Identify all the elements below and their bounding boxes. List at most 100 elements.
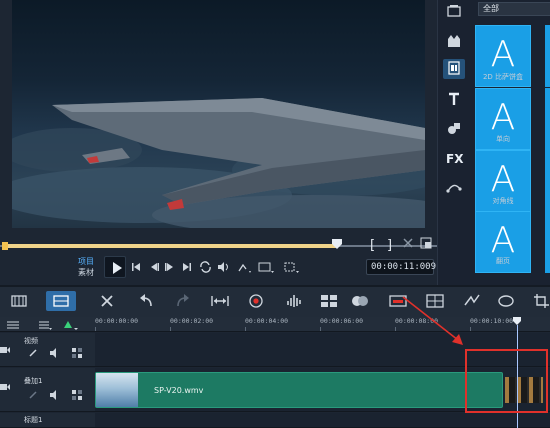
multi-camera-icon[interactable]: [320, 293, 338, 309]
path-icon[interactable]: [446, 179, 462, 195]
thumb-glyph: A: [490, 97, 516, 138]
grid-icon[interactable]: [426, 293, 444, 309]
mark-out-button[interactable]: ]: [387, 238, 392, 253]
redo-icon[interactable]: [173, 293, 191, 309]
trim-start-marker[interactable]: [2, 242, 8, 250]
aspect-ratio-icon[interactable]: [258, 261, 276, 275]
preview-window: [12, 0, 425, 228]
timeline-view-icon: [53, 295, 69, 307]
home-icon[interactable]: [130, 261, 142, 273]
mark-in-button[interactable]: [: [370, 238, 375, 253]
track-lane-title[interactable]: [95, 413, 550, 428]
transition-label-one-way: 单向: [496, 135, 510, 143]
record-capture-icon[interactable]: [248, 293, 266, 309]
storyboard-view-button[interactable]: [4, 291, 34, 311]
graphic-icon[interactable]: [446, 120, 462, 136]
clip-name: SP-V20.wmv: [154, 386, 204, 395]
library-panel: FX 全部 A 2D 比萨饼盒 A 单向 A 对角线 A 翻页: [437, 0, 550, 285]
link-icon[interactable]: [28, 348, 38, 358]
ruler-tick: [95, 327, 96, 331]
thumb-glyph: A: [490, 34, 516, 75]
ruler-label: 00:00:06:00: [320, 317, 364, 325]
track-header-title[interactable]: 标题1: [0, 413, 95, 428]
ripple-edit-icon[interactable]: [72, 390, 82, 400]
system-volume-icon[interactable]: [217, 261, 231, 273]
track-name-video: 视频: [24, 337, 38, 345]
transition-label-page-turn: 翻页: [496, 257, 510, 265]
transition-thumb-partial[interactable]: [545, 25, 550, 87]
overlay-track-icon: [0, 384, 10, 390]
title-icon[interactable]: [446, 91, 462, 107]
mask-icon[interactable]: [497, 293, 515, 309]
ruler-tick: [245, 327, 246, 331]
change-resolution-icon[interactable]: [237, 261, 255, 275]
undo-icon[interactable]: [138, 293, 156, 309]
mute-icon[interactable]: [50, 348, 60, 358]
ruler-tick: [470, 327, 471, 331]
library-filter-dropdown[interactable]: 全部: [478, 2, 550, 16]
track-manager-icon[interactable]: [6, 320, 20, 330]
end-icon[interactable]: [181, 261, 193, 273]
add-chapter-icon[interactable]: [64, 320, 80, 330]
motion-tracking-icon[interactable]: [351, 293, 369, 309]
track-header-video[interactable]: 视频: [0, 333, 95, 367]
transition-thumb-partial[interactable]: [545, 88, 550, 150]
fx-filter-icon[interactable]: FX: [446, 150, 464, 166]
mute-icon[interactable]: [50, 390, 60, 400]
player-panel: [ ] 项目 素材 00:00:11:009: [0, 0, 437, 285]
timecode-display[interactable]: 00:00:11:009: [366, 259, 436, 275]
play-button[interactable]: [104, 256, 126, 278]
track-header-overlay[interactable]: 叠加1: [0, 368, 95, 412]
track-header-toolbar: [0, 317, 95, 332]
enlarge-preview-icon[interactable]: [420, 237, 432, 249]
crop-icon[interactable]: [533, 293, 550, 309]
annotation-highlight-box: [465, 349, 548, 413]
time-ruler[interactable]: 00:00:00:00 00:00:02:00 00:00:04:00 00:0…: [95, 317, 550, 332]
timeline-clip[interactable]: SP-V20.wmv: [95, 372, 503, 408]
previous-frame-icon[interactable]: [148, 261, 160, 273]
ruler-tick: [395, 327, 396, 331]
instant-project-icon[interactable]: [446, 33, 462, 49]
tools-icon[interactable]: [99, 293, 117, 309]
track-name-title: 标题1: [24, 416, 43, 424]
link-icon[interactable]: [28, 390, 38, 400]
repeat-icon[interactable]: [199, 261, 212, 273]
ruler-label: 00:00:04:00: [245, 317, 289, 325]
chapter-point-icon[interactable]: [38, 320, 52, 330]
ruler-label: 00:00:02:00: [170, 317, 214, 325]
thumb-glyph: A: [490, 159, 516, 200]
track-name-overlay: 叠加1: [24, 377, 43, 385]
ruler-tick: [170, 327, 171, 331]
media-icon[interactable]: [446, 3, 462, 19]
storyboard-view-icon: [11, 295, 27, 307]
clip-thumbnail: [96, 373, 138, 407]
ruler-tick: [320, 327, 321, 331]
ruler-label: 00:00:10:00: [470, 317, 514, 325]
snap-icon[interactable]: [284, 261, 302, 275]
timeline-view-button[interactable]: [46, 291, 76, 311]
mode-clip[interactable]: 素材: [78, 267, 104, 278]
video-track-icon: [0, 347, 10, 353]
ruler-label: 00:00:08:00: [395, 317, 439, 325]
motion-icon[interactable]: [463, 293, 481, 309]
split-clip-icon[interactable]: [402, 237, 414, 249]
play-mode-selector[interactable]: 项目 素材: [78, 256, 104, 278]
transition-icon[interactable]: [448, 61, 460, 75]
ripple-edit-icon[interactable]: [72, 348, 82, 358]
play-icon: [113, 262, 122, 274]
subtitle-icon[interactable]: [389, 293, 407, 309]
fit-icon[interactable]: [211, 293, 229, 309]
next-frame-icon[interactable]: [164, 261, 176, 273]
scrub-progress: [2, 244, 337, 248]
transition-thumb-partial[interactable]: [545, 211, 550, 273]
svg-text:FX: FX: [446, 152, 464, 166]
transition-label-pizza-box: 2D 比萨饼盒: [482, 73, 524, 81]
transition-thumb-partial[interactable]: [545, 150, 550, 212]
video-editor-window: [ ] 项目 素材 00:00:11:009 FX 全部 A 2D 比萨饼盒 A…: [0, 0, 550, 428]
preview-frame-image: [12, 98, 425, 228]
timeline-toolbar: [0, 285, 550, 317]
library-category-rail: FX: [438, 0, 468, 285]
transition-label-diagonal: 对角线: [492, 197, 514, 205]
sound-mixer-icon[interactable]: [286, 293, 304, 309]
mode-project[interactable]: 项目: [78, 256, 104, 267]
